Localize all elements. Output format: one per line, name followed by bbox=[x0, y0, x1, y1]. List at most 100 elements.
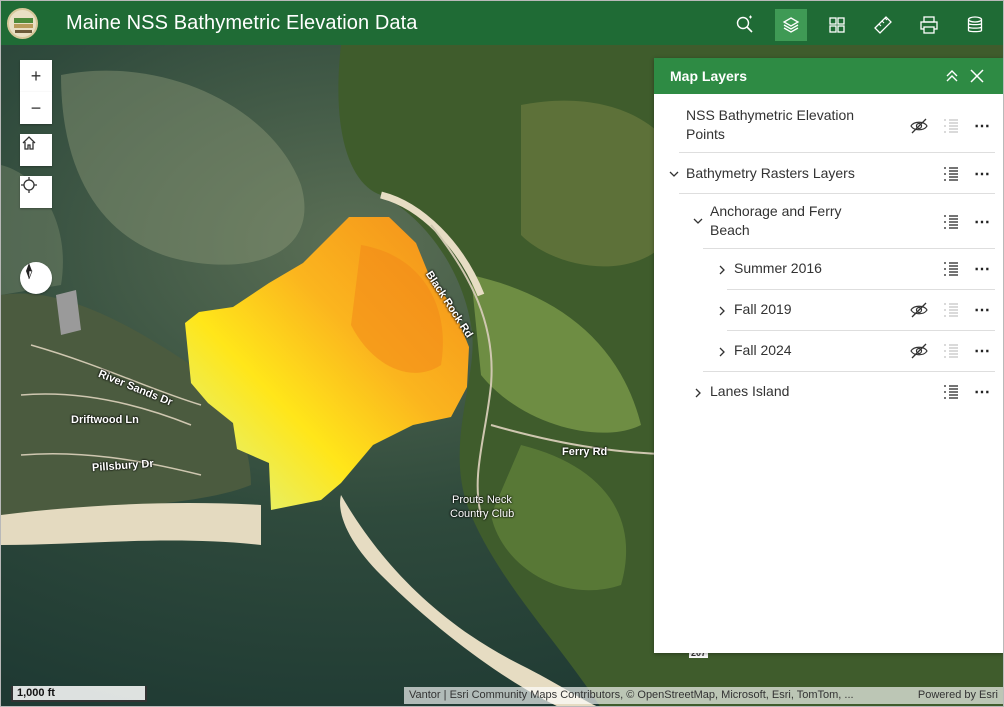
app-title: Maine NSS Bathymetric Elevation Data bbox=[66, 12, 418, 34]
layer-item-fall-2019[interactable]: Fall 2019 bbox=[734, 300, 792, 319]
more-options-button[interactable]: ⋯ bbox=[973, 213, 991, 231]
chevron-down-icon[interactable] bbox=[692, 215, 704, 227]
layer-item-nss-points[interactable]: NSS Bathymetric Elevation Points bbox=[686, 106, 854, 144]
chevron-right-icon[interactable] bbox=[692, 387, 704, 399]
home-icon bbox=[22, 136, 36, 150]
more-options-button[interactable]: ⋯ bbox=[973, 383, 991, 401]
legend-icon bbox=[944, 215, 958, 229]
basemap-gallery-icon bbox=[829, 17, 845, 33]
zoom-out-button[interactable]: − bbox=[20, 92, 52, 124]
map-layers-panel: Map Layers NSS Bathymetric Elevation Poin… bbox=[654, 58, 1003, 653]
print-icon bbox=[920, 16, 938, 34]
visibility-toggle[interactable] bbox=[910, 117, 928, 135]
legend-icon bbox=[944, 344, 958, 358]
layers-button[interactable] bbox=[775, 9, 807, 41]
zoom-in-label: + bbox=[30, 65, 42, 86]
map-attribution[interactable]: Vantor | Esri Community Maps Contributor… bbox=[404, 687, 904, 704]
close-icon bbox=[970, 69, 984, 83]
compass-icon bbox=[26, 263, 33, 280]
layer-item-fall-2024[interactable]: Fall 2024 bbox=[734, 341, 792, 360]
locate-icon bbox=[21, 177, 37, 193]
zoom-out-label: − bbox=[30, 97, 42, 118]
road-label-ferry: Ferry Rd bbox=[562, 446, 608, 458]
print-button[interactable] bbox=[913, 9, 945, 41]
measure-button[interactable] bbox=[867, 9, 899, 41]
double-chevron-up-icon bbox=[946, 70, 958, 82]
legend-button[interactable] bbox=[942, 301, 960, 319]
layer-label: Fall 2024 bbox=[734, 342, 792, 358]
road-label-driftwood: Driftwood Ln bbox=[71, 414, 139, 426]
data-button[interactable] bbox=[959, 9, 991, 41]
basemap-gallery-button[interactable] bbox=[821, 9, 853, 41]
chevron-right-icon[interactable] bbox=[716, 305, 728, 317]
layer-label: Bathymetry Rasters Layers bbox=[686, 165, 855, 181]
row-divider bbox=[679, 152, 995, 153]
more-options-icon: ⋯ bbox=[974, 302, 990, 319]
powered-by-esri[interactable]: Powered by Esri bbox=[904, 687, 1003, 704]
measure-icon bbox=[874, 16, 892, 34]
legend-icon bbox=[944, 167, 958, 181]
panel-title: Map Layers bbox=[670, 68, 748, 84]
query-button[interactable] bbox=[729, 9, 761, 41]
legend-button[interactable] bbox=[942, 260, 960, 278]
more-options-icon: ⋯ bbox=[974, 118, 990, 135]
legend-icon bbox=[944, 385, 958, 399]
collapse-panel-button[interactable] bbox=[942, 66, 962, 86]
more-options-button[interactable]: ⋯ bbox=[973, 260, 991, 278]
chevron-right-icon[interactable] bbox=[716, 346, 728, 358]
more-options-icon: ⋯ bbox=[974, 384, 990, 401]
layer-item-bathymetry-rasters[interactable]: Bathymetry Rasters Layers bbox=[686, 164, 855, 183]
legend-button[interactable] bbox=[942, 165, 960, 183]
layers-icon bbox=[782, 17, 800, 33]
legend-icon bbox=[944, 262, 958, 276]
legend-button[interactable] bbox=[942, 117, 960, 135]
layer-label: NSS Bathymetric Elevation Points bbox=[686, 107, 855, 142]
row-divider bbox=[727, 330, 995, 331]
legend-button[interactable] bbox=[942, 213, 960, 231]
legend-icon bbox=[944, 303, 958, 317]
more-options-button[interactable]: ⋯ bbox=[973, 342, 991, 360]
visibility-toggle[interactable] bbox=[910, 301, 928, 319]
row-divider bbox=[679, 193, 995, 194]
eye-off-icon bbox=[910, 118, 928, 134]
legend-button[interactable] bbox=[942, 383, 960, 401]
chevron-right-icon[interactable] bbox=[716, 264, 728, 276]
visibility-toggle[interactable] bbox=[910, 342, 928, 360]
layer-label: Anchorage and Ferry Beach bbox=[710, 203, 842, 238]
more-options-icon: ⋯ bbox=[974, 214, 990, 231]
place-label-country-club: Country Club bbox=[450, 508, 515, 520]
close-panel-button[interactable] bbox=[967, 66, 987, 86]
eye-off-icon bbox=[910, 302, 928, 318]
scale-bar: 1,000 ft bbox=[11, 686, 147, 702]
more-options-button[interactable]: ⋯ bbox=[973, 117, 991, 135]
layer-label: Fall 2019 bbox=[734, 301, 792, 317]
home-button[interactable] bbox=[20, 134, 52, 166]
layer-item-summer-2016[interactable]: Summer 2016 bbox=[734, 259, 822, 278]
app-frame: Black Rock Rd River Sands Dr Driftwood L… bbox=[0, 0, 1004, 707]
layer-item-lanes-island[interactable]: Lanes Island bbox=[710, 382, 789, 401]
more-options-button[interactable]: ⋯ bbox=[973, 301, 991, 319]
locate-button[interactable] bbox=[20, 176, 52, 208]
more-options-button[interactable]: ⋯ bbox=[973, 165, 991, 183]
layer-label: Summer 2016 bbox=[734, 260, 822, 276]
layer-label: Lanes Island bbox=[710, 383, 790, 399]
app-header: Maine NSS Bathymetric Elevation Data bbox=[1, 1, 1003, 45]
place-label-prouts-neck: Prouts Neck bbox=[452, 494, 512, 506]
organization-logo bbox=[7, 8, 38, 39]
legend-icon bbox=[944, 119, 958, 133]
query-icon bbox=[736, 15, 753, 33]
row-divider bbox=[727, 289, 995, 290]
zoom-in-button[interactable]: + bbox=[20, 60, 52, 92]
data-icon bbox=[967, 16, 983, 33]
row-divider bbox=[703, 371, 995, 372]
legend-button[interactable] bbox=[942, 342, 960, 360]
eye-off-icon bbox=[910, 343, 928, 359]
compass-button[interactable] bbox=[20, 262, 52, 294]
panel-header: Map Layers bbox=[654, 58, 1003, 94]
layer-item-anchorage-ferry-beach[interactable]: Anchorage and Ferry Beach bbox=[710, 202, 842, 240]
row-divider bbox=[703, 248, 995, 249]
chevron-down-icon[interactable] bbox=[668, 168, 680, 180]
more-options-icon: ⋯ bbox=[974, 261, 990, 278]
more-options-icon: ⋯ bbox=[974, 166, 990, 183]
more-options-icon: ⋯ bbox=[974, 343, 990, 360]
